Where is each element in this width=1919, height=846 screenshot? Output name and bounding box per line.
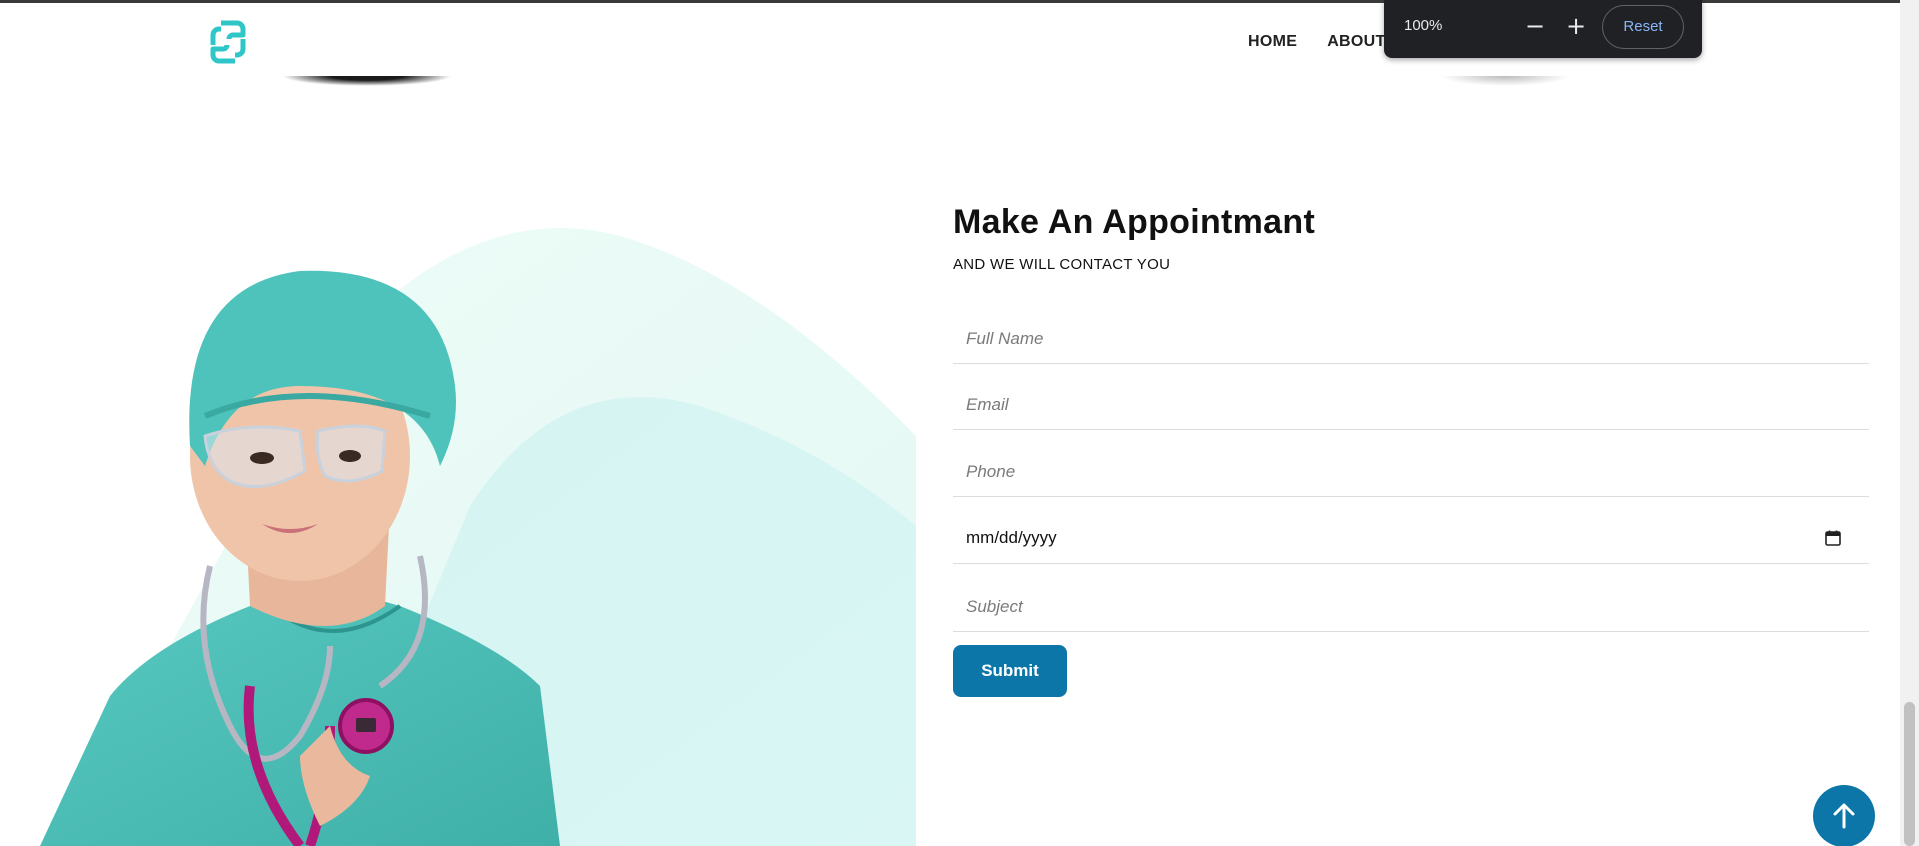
logo-icon[interactable] — [207, 20, 249, 64]
arrow-up-icon — [1833, 803, 1855, 829]
full-name-field — [953, 314, 1869, 364]
form-title: Make An Appointmant — [953, 203, 1316, 241]
nav-home-link[interactable]: HOME — [1248, 33, 1297, 51]
phone-field — [953, 447, 1869, 497]
section-image-edge — [1440, 76, 1570, 86]
nav-about-link[interactable]: ABOUT — [1327, 33, 1385, 51]
full-name-input[interactable] — [953, 314, 1869, 363]
zoom-level: 100% — [1404, 17, 1443, 34]
section-image-edge — [282, 76, 452, 86]
subject-input[interactable] — [953, 582, 1869, 631]
email-field — [953, 380, 1869, 430]
subject-field — [953, 582, 1869, 632]
scrollbar-thumb[interactable] — [1904, 702, 1915, 846]
calendar-icon[interactable] — [1825, 530, 1841, 546]
submit-button[interactable]: Submit — [953, 645, 1067, 697]
form-subtitle: AND WE WILL CONTACT YOU — [953, 256, 1171, 273]
doctor-illustration — [40, 228, 916, 846]
scrollbar[interactable] — [1900, 0, 1919, 846]
date-input[interactable]: mm/dd/yyyy — [966, 528, 1057, 548]
email-input[interactable] — [953, 380, 1869, 429]
back-to-top-button[interactable] — [1813, 785, 1875, 846]
date-field[interactable]: mm/dd/yyyy — [953, 514, 1869, 564]
browser-zoom-popup: 100% − + Reset — [1384, 0, 1702, 58]
zoom-out-button[interactable]: − — [1520, 12, 1550, 42]
page: HOME ABOUT 100% − + Reset Make An Appoin… — [0, 0, 1919, 846]
zoom-in-button[interactable]: + — [1561, 12, 1591, 42]
main-nav: HOME ABOUT — [1248, 33, 1386, 51]
phone-input[interactable] — [953, 447, 1869, 496]
zoom-reset-button[interactable]: Reset — [1602, 5, 1684, 49]
